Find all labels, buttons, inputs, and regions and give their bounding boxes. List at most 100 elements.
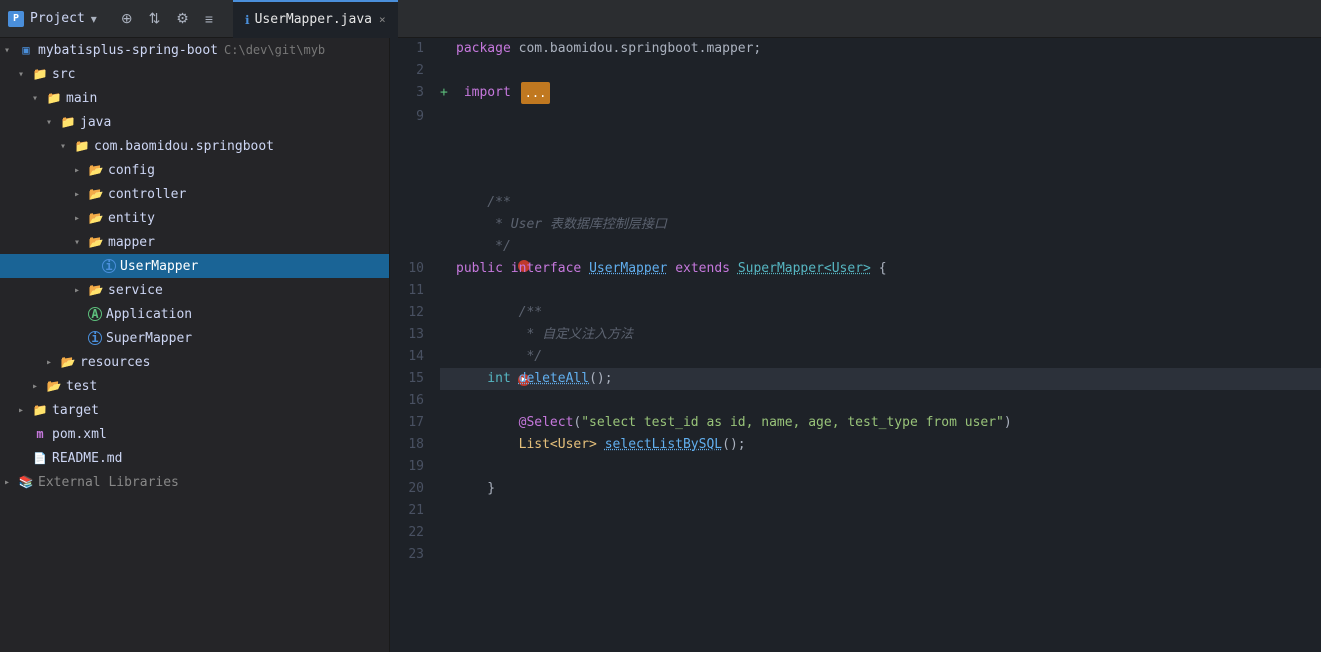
sync-icon[interactable]: ⇅ <box>145 8 165 29</box>
kw-import: import <box>456 82 511 104</box>
sidebar-item-resources[interactable]: 📂 resources <box>0 350 389 374</box>
arrow-src <box>18 69 32 80</box>
string-sql: "select test_id as id, name, age, test_t… <box>581 412 1004 434</box>
code-editor[interactable]: 1 2 3 9 10 11 12 13 14 15 16 17 18 19 20… <box>390 38 1321 652</box>
readme-icon: 📄 <box>32 450 48 466</box>
sidebar-item-controller[interactable]: 📂 controller <box>0 182 389 206</box>
label-external-libs: External Libraries <box>38 475 179 490</box>
class-usermapper: UserMapper <box>589 258 667 280</box>
sidebar-item-java[interactable]: 📁 java <box>0 110 389 134</box>
folder-target-icon: 📁 <box>32 402 48 418</box>
annotation-select: @Select <box>456 412 573 434</box>
main-layout: ▣ mybatisplus-spring-boot C:\dev\git\myb… <box>0 38 1321 652</box>
label-com: com.baomidou.springboot <box>94 139 274 154</box>
code-line-21: List<User> selectListBySQL (); <box>440 434 1321 456</box>
sidebar-item-config[interactable]: 📂 config <box>0 158 389 182</box>
arrow-service <box>74 285 88 296</box>
method-selectlistbysql: selectListBySQL <box>605 434 722 456</box>
label-src: src <box>52 67 75 82</box>
arrow-java <box>46 117 60 128</box>
folder-entity-icon: 📂 <box>88 210 104 226</box>
sidebar-item-target[interactable]: 📁 target <box>0 398 389 422</box>
code-line-18: ▶ int deleteAll (); <box>440 368 1321 390</box>
label-pom: pom.xml <box>52 427 107 442</box>
project-icon: P <box>8 11 24 27</box>
sidebar-item-entity[interactable]: 📂 entity <box>0 206 389 230</box>
label-entity: entity <box>108 211 155 226</box>
arrow-controller <box>74 189 88 200</box>
code-line-10: /** <box>440 192 1321 214</box>
path-mybatisplus: C:\dev\git\myb <box>224 43 325 57</box>
sidebar-item-supermapper[interactable]: i SuperMapper <box>0 326 389 350</box>
code-line-15: /** <box>440 302 1321 324</box>
sidebar-item-usermapper[interactable]: i UserMapper <box>0 254 389 278</box>
folder-resources-icon: 📂 <box>60 354 76 370</box>
code-line-14 <box>440 280 1321 302</box>
folder-java-icon: 📁 <box>60 114 76 130</box>
label-resources: resources <box>80 355 150 370</box>
sidebar-item-service[interactable]: 📂 service <box>0 278 389 302</box>
kw-package: package <box>456 38 511 60</box>
tab-usermapper[interactable]: ℹ UserMapper.java × <box>233 0 398 38</box>
label-application: Application <box>106 307 192 322</box>
arrow-resources <box>46 357 60 368</box>
add-icon[interactable]: ⊕ <box>117 8 137 29</box>
sidebar-item-test[interactable]: 📂 test <box>0 374 389 398</box>
folder-test-icon: 📂 <box>46 378 62 394</box>
sidebar-item-external-libs[interactable]: 📚 External Libraries <box>0 470 389 494</box>
cmt-method-open: /** <box>456 302 542 324</box>
folder-controller-icon: 📂 <box>88 186 104 202</box>
tab-close-button[interactable]: × <box>379 13 386 26</box>
tabs-area: ℹ UserMapper.java × <box>233 0 1313 38</box>
sidebar-item-mybatisplus[interactable]: ▣ mybatisplus-spring-boot C:\dev\git\myb <box>0 38 389 62</box>
code-line-12: */ <box>440 236 1321 258</box>
folder-mapper-icon: 📂 <box>88 234 104 250</box>
label-mapper: mapper <box>108 235 155 250</box>
code-area[interactable]: package com.baomidou.springboot.mapper; … <box>432 38 1321 652</box>
code-line-1: package com.baomidou.springboot.mapper; <box>440 38 1321 60</box>
pom-icon: m <box>32 426 48 442</box>
code-line-19 <box>440 390 1321 412</box>
folder-com-icon: 📁 <box>74 138 90 154</box>
sidebar-item-src[interactable]: 📁 src <box>0 62 389 86</box>
project-title-text: Project <box>30 11 85 26</box>
sidebar-item-pom[interactable]: m pom.xml <box>0 422 389 446</box>
import-space <box>511 82 519 104</box>
code-line-2 <box>440 60 1321 82</box>
sidebar-item-main[interactable]: 📁 main <box>0 86 389 110</box>
settings-icon[interactable]: ⚙ <box>172 8 193 29</box>
java-green-application-icon: A <box>88 307 102 321</box>
line-numbers: 1 2 3 9 10 11 12 13 14 15 16 17 18 19 20… <box>390 38 432 652</box>
sidebar-item-mapper[interactable]: 📂 mapper <box>0 230 389 254</box>
toolbar-icons: ⊕ ⇅ ⚙ ≡ <box>117 8 217 29</box>
code-line-23: } <box>440 478 1321 500</box>
arrow-com <box>60 141 74 152</box>
sidebar-item-com[interactable]: 📁 com.baomidou.springboot <box>0 134 389 158</box>
external-libs-icon: 📚 <box>18 474 34 490</box>
tab-label: UserMapper.java <box>255 12 372 27</box>
sidebar-item-application[interactable]: A Application <box>0 302 389 326</box>
code-line-22 <box>440 456 1321 478</box>
code-line-20: @Select ( "select test_id as id, name, a… <box>440 412 1321 434</box>
folder-service-icon: 📂 <box>88 282 104 298</box>
arrow-test <box>32 381 46 392</box>
label-service: service <box>108 283 163 298</box>
code-line-11: * User 表数据库控制层接口 <box>440 214 1321 236</box>
project-dropdown[interactable]: ▾ <box>91 12 97 26</box>
arrow-main <box>32 93 46 104</box>
type-list: List<User> <box>456 434 597 456</box>
sidebar: ▣ mybatisplus-spring-boot C:\dev\git\myb… <box>0 38 390 652</box>
menu-icon[interactable]: ≡ <box>201 9 217 29</box>
folder-main-icon: 📁 <box>46 90 62 106</box>
kw-public-13: public <box>456 258 503 280</box>
sidebar-item-readme[interactable]: 📄 README.md <box>0 446 389 470</box>
label-readme: README.md <box>52 451 122 466</box>
code-line-16: * 自定义注入方法 <box>440 324 1321 346</box>
project-label[interactable]: P Project ▾ <box>8 11 97 27</box>
import-collapsed[interactable]: ... <box>521 82 551 104</box>
kw-interface: interface <box>511 258 581 280</box>
label-controller: controller <box>108 187 186 202</box>
arrow-mapper <box>74 237 88 248</box>
label-target: target <box>52 403 99 418</box>
java-info-supermapper-icon: i <box>88 331 102 345</box>
